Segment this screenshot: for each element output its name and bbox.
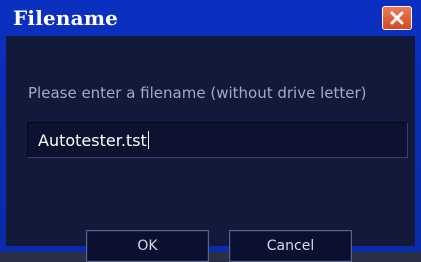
window-title: Filename <box>13 6 119 30</box>
filename-prompt: Please enter a filename (without drive l… <box>28 84 367 102</box>
title-bar[interactable]: Filename <box>6 0 415 36</box>
ok-button[interactable]: OK <box>86 230 209 262</box>
cancel-button[interactable]: Cancel <box>229 230 352 262</box>
filename-input[interactable]: Autotester.tst <box>27 122 408 158</box>
close-icon <box>390 11 404 25</box>
dialog-body: Please enter a filename (without drive l… <box>6 36 415 262</box>
text-caret <box>147 131 149 149</box>
filename-dialog: Filename Please enter a filename (withou… <box>0 0 421 262</box>
close-button[interactable] <box>382 6 412 30</box>
filename-value: Autotester.tst <box>38 130 147 150</box>
